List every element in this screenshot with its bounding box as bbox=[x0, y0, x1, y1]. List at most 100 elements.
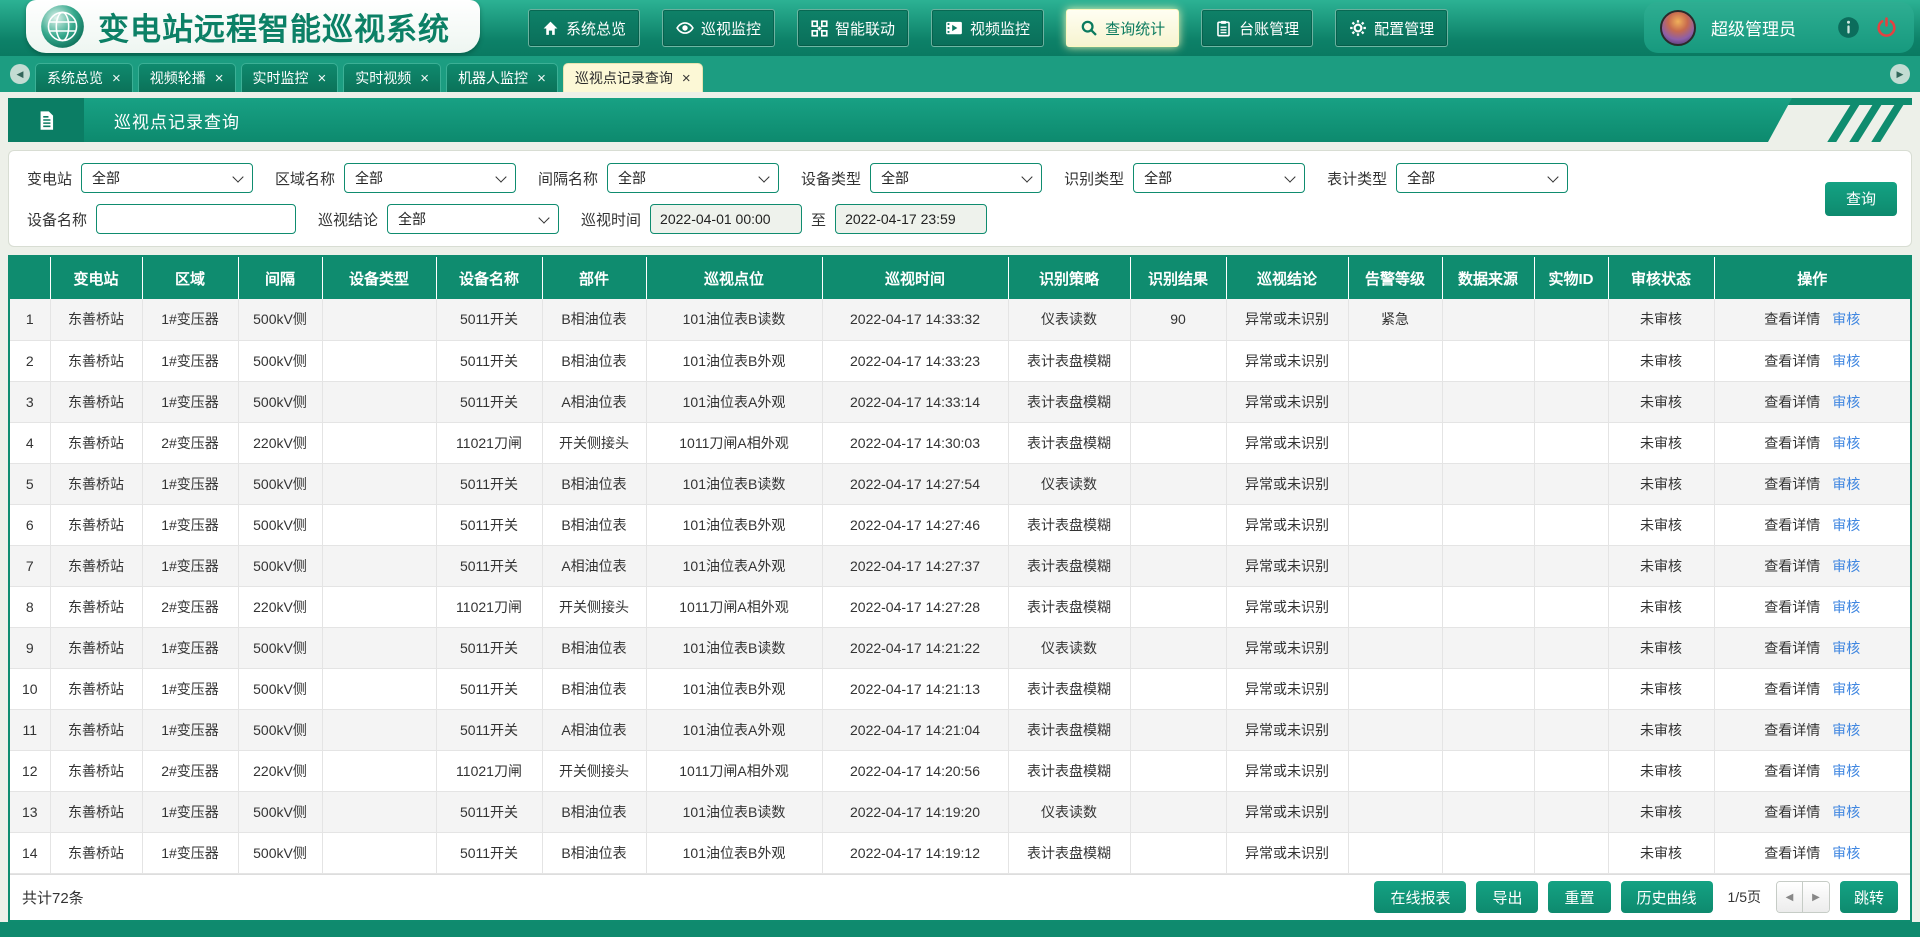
view-detail-link[interactable]: 查看详情 bbox=[1764, 804, 1820, 820]
cell bbox=[1130, 709, 1226, 750]
avatar[interactable] bbox=[1660, 10, 1696, 46]
view-detail-link[interactable]: 查看详情 bbox=[1764, 722, 1820, 738]
cell bbox=[1130, 832, 1226, 873]
view-detail-link[interactable]: 查看详情 bbox=[1764, 640, 1820, 656]
view-detail-link[interactable]: 查看详情 bbox=[1764, 763, 1820, 779]
cell: 东善桥站 bbox=[50, 299, 142, 340]
audit-link[interactable]: 审核 bbox=[1832, 353, 1860, 369]
cell: 2022-04-17 14:33:23 bbox=[822, 340, 1008, 381]
audit-link[interactable]: 审核 bbox=[1832, 558, 1860, 574]
cell: 未审核 bbox=[1608, 832, 1714, 873]
filter-row-1: 变电站 全部 区域名称 全部 间隔名称 全部 设备类型 全部 识别类型 全部 bbox=[27, 163, 1897, 193]
table-row: 11东善桥站1#变压器500kV侧5011开关A相油位表101油位表A外观202… bbox=[10, 709, 1910, 750]
online-report-button[interactable]: 在线报表 bbox=[1374, 881, 1466, 913]
column-header: 告警等级 bbox=[1348, 257, 1442, 299]
cell: 东善桥站 bbox=[50, 709, 142, 750]
cell: 101油位表A外观 bbox=[646, 381, 822, 422]
history-curve-button[interactable]: 历史曲线 bbox=[1621, 881, 1713, 913]
audit-link[interactable]: 审核 bbox=[1832, 476, 1860, 492]
cell bbox=[1130, 750, 1226, 791]
nav-query-statistics[interactable]: 查询统计 bbox=[1066, 9, 1179, 47]
nav-system-overview[interactable]: 系统总览 bbox=[528, 9, 640, 47]
audit-link[interactable]: 审核 bbox=[1832, 435, 1860, 451]
prev-page-button[interactable]: ◀ bbox=[1777, 882, 1803, 912]
nav-video-monitor[interactable]: 视频监控 bbox=[931, 9, 1044, 47]
cell: 14 bbox=[10, 832, 50, 873]
export-button[interactable]: 导出 bbox=[1476, 881, 1538, 913]
cell: B相油位表 bbox=[542, 340, 646, 381]
view-detail-link[interactable]: 查看详情 bbox=[1764, 681, 1820, 697]
view-detail-link[interactable]: 查看详情 bbox=[1764, 476, 1820, 492]
conclusion-label: 巡视结论 bbox=[318, 209, 378, 230]
cell: 2022-04-17 14:21:22 bbox=[822, 627, 1008, 668]
audit-link[interactable]: 审核 bbox=[1832, 722, 1860, 738]
cell: 500kV侧 bbox=[238, 832, 322, 873]
cell bbox=[1442, 586, 1534, 627]
view-detail-link[interactable]: 查看详情 bbox=[1764, 558, 1820, 574]
cell: 异常或未识别 bbox=[1226, 504, 1348, 545]
nav-config-management[interactable]: 配置管理 bbox=[1335, 9, 1448, 47]
audit-link[interactable]: 审核 bbox=[1832, 804, 1860, 820]
area-select[interactable]: 全部 bbox=[344, 163, 516, 193]
view-detail-link[interactable]: 查看详情 bbox=[1764, 394, 1820, 410]
tab-system-overview[interactable]: 系统总览× bbox=[35, 63, 133, 92]
bay-select[interactable]: 全部 bbox=[607, 163, 779, 193]
audit-link[interactable]: 审核 bbox=[1832, 681, 1860, 697]
home-icon bbox=[542, 20, 559, 37]
tab-inspection-record-query[interactable]: 巡视点记录查询× bbox=[563, 63, 703, 92]
recognition-type-select-value: 全部 bbox=[1144, 168, 1172, 188]
tab-robot-monitor[interactable]: 机器人监控× bbox=[446, 63, 558, 92]
tab-scroll-right-icon[interactable]: ▶ bbox=[1890, 64, 1910, 84]
recognition-type-select[interactable]: 全部 bbox=[1133, 163, 1305, 193]
meter-type-select[interactable]: 全部 bbox=[1396, 163, 1568, 193]
view-detail-link[interactable]: 查看详情 bbox=[1764, 435, 1820, 451]
close-icon[interactable]: × bbox=[537, 71, 546, 86]
cell: 2022-04-17 14:21:04 bbox=[822, 709, 1008, 750]
device-name-input[interactable] bbox=[96, 204, 296, 234]
cell bbox=[1534, 463, 1608, 504]
time-from-input[interactable] bbox=[650, 204, 802, 234]
conclusion-select[interactable]: 全部 bbox=[387, 204, 559, 234]
view-detail-link[interactable]: 查看详情 bbox=[1764, 599, 1820, 615]
nav-inspection-monitor[interactable]: 巡视监控 bbox=[662, 9, 775, 47]
cell bbox=[1348, 709, 1442, 750]
view-detail-link[interactable]: 查看详情 bbox=[1764, 311, 1820, 327]
view-detail-link[interactable]: 查看详情 bbox=[1764, 353, 1820, 369]
main-nav: 系统总览巡视监控智能联动视频监控查询统计台账管理配置管理 bbox=[528, 9, 1448, 47]
audit-link[interactable]: 审核 bbox=[1832, 599, 1860, 615]
power-icon[interactable] bbox=[1875, 16, 1898, 39]
info-icon[interactable] bbox=[1837, 16, 1860, 39]
nav-smart-linkage[interactable]: 智能联动 bbox=[797, 9, 909, 47]
audit-link[interactable]: 审核 bbox=[1832, 394, 1860, 410]
cell: 2 bbox=[10, 340, 50, 381]
audit-link[interactable]: 审核 bbox=[1832, 517, 1860, 533]
close-icon[interactable]: × bbox=[318, 71, 327, 86]
nav-ledger-management[interactable]: 台账管理 bbox=[1201, 9, 1313, 47]
tab-realtime-video[interactable]: 实时视频× bbox=[343, 63, 441, 92]
close-icon[interactable]: × bbox=[215, 71, 224, 86]
jump-button[interactable]: 跳转 bbox=[1840, 881, 1898, 913]
table-header: 变电站区域间隔设备类型设备名称部件巡视点位巡视时间识别策略识别结果巡视结论告警等… bbox=[10, 257, 1910, 299]
view-detail-link[interactable]: 查看详情 bbox=[1764, 845, 1820, 861]
audit-link[interactable]: 审核 bbox=[1832, 845, 1860, 861]
filter-bay: 间隔名称 全部 bbox=[538, 163, 779, 193]
close-icon[interactable]: × bbox=[420, 71, 429, 86]
audit-link[interactable]: 审核 bbox=[1832, 640, 1860, 656]
time-to-input[interactable] bbox=[835, 204, 987, 234]
tab-realtime-monitor[interactable]: 实时监控× bbox=[241, 63, 339, 92]
cell bbox=[1442, 422, 1534, 463]
close-icon[interactable]: × bbox=[112, 71, 121, 86]
close-icon[interactable]: × bbox=[682, 71, 691, 86]
query-button[interactable]: 查询 bbox=[1825, 182, 1897, 216]
station-select[interactable]: 全部 bbox=[81, 163, 253, 193]
tab-scroll-left-icon[interactable]: ◀ bbox=[10, 64, 30, 84]
next-page-button[interactable]: ▶ bbox=[1803, 882, 1829, 912]
tab-video-carousel[interactable]: 视频轮播× bbox=[138, 63, 236, 92]
cell bbox=[1534, 381, 1608, 422]
reset-button[interactable]: 重置 bbox=[1548, 881, 1610, 913]
audit-link[interactable]: 审核 bbox=[1832, 763, 1860, 779]
device-type-select[interactable]: 全部 bbox=[870, 163, 1042, 193]
view-detail-link[interactable]: 查看详情 bbox=[1764, 517, 1820, 533]
audit-link[interactable]: 审核 bbox=[1832, 311, 1860, 327]
cell: 1#变压器 bbox=[142, 340, 238, 381]
